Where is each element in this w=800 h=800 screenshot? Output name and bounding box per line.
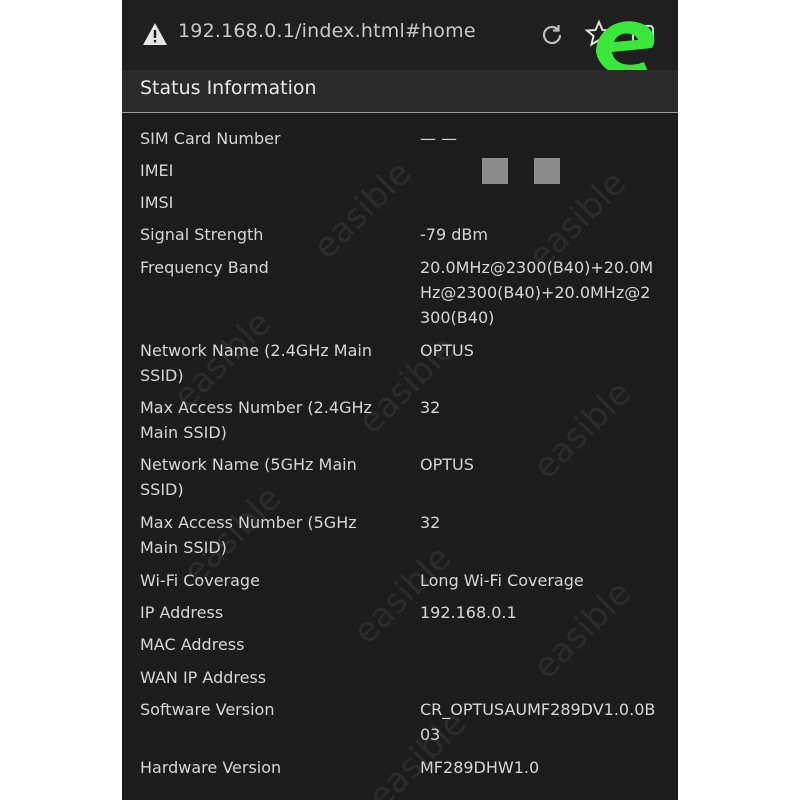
row-value: OPTUS [420, 341, 474, 360]
warning-triangle-icon[interactable] [142, 22, 168, 46]
row-label: Hardware Version [140, 758, 282, 777]
row-value: CR_OPTUSAUMF289DV1.0.0B03 [420, 700, 656, 744]
row-value: 32 [420, 513, 441, 532]
row-label: Software Version [140, 700, 275, 719]
row-label: WAN IP Address [140, 668, 267, 687]
row-label: Signal Strength [140, 225, 264, 244]
redaction-block [482, 158, 508, 184]
router-status-screen: easible easible easible easible easible … [122, 0, 678, 800]
row-value: Long Wi-Fi Coverage [420, 571, 584, 590]
row-label: Network Name (2.4GHz Main SSID) [140, 341, 372, 385]
row-value: — — [420, 129, 458, 148]
row-value: 20.0MHz@2300(B40)+20.0MHz@2300(B40)+20.0… [420, 258, 654, 327]
row-label: Max Access Number (5GHz Main SSID) [140, 513, 357, 557]
url-text[interactable]: 192.168.0.1/index.html#home [178, 20, 476, 42]
row-value: OPTUS [420, 455, 474, 474]
redaction-block [534, 158, 560, 184]
row-label: Frequency Band [140, 258, 269, 277]
row-label: IMEI [140, 161, 174, 180]
status-information-header: Status Information [122, 70, 678, 113]
row-value: -79 dBm [420, 225, 488, 244]
row-label: MAC Address [140, 635, 245, 654]
row-label: SIM Card Number [140, 129, 281, 148]
row-label: Wi-Fi Coverage [140, 571, 260, 590]
browser-url-bar[interactable]: 192.168.0.1/index.html#home [122, 0, 678, 77]
row-label: Max Access Number (2.4GHz Main SSID) [140, 398, 372, 442]
row-label: IP Address [140, 603, 224, 622]
row-value: 32 [420, 398, 441, 417]
row-value: MF289DHW1.0 [420, 758, 540, 777]
reload-icon[interactable] [539, 22, 565, 48]
page-title: Status Information [140, 77, 317, 99]
row-label: IMSI [140, 193, 174, 212]
row-value: 192.168.0.1 [420, 603, 517, 622]
row-label: Network Name (5GHz Main SSID) [140, 455, 357, 499]
